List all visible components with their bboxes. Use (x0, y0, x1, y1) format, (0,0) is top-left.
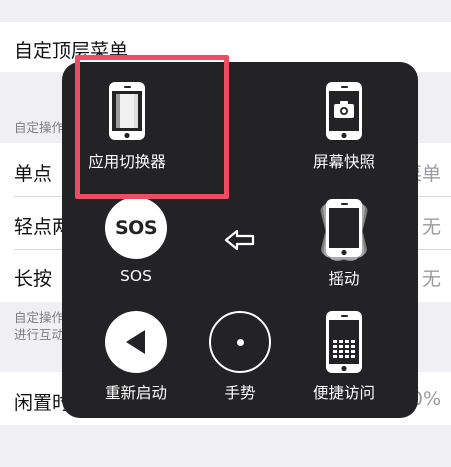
menu-item-restart[interactable]: 重新启动 (81, 307, 191, 403)
long-press-value: 无 (421, 268, 441, 290)
menu-item-label: 屏幕快照 (312, 153, 375, 171)
menu-item-label: 重新启动 (104, 384, 167, 402)
actions-footer-line2: 进行互动 (14, 327, 65, 342)
menu-back-button[interactable] (185, 205, 295, 275)
menu-item-shake[interactable]: 摇动 (289, 193, 399, 289)
screenshot-icon (326, 82, 362, 140)
double-tap-value: 无 (421, 216, 441, 238)
menu-item-screenshot[interactable]: 屏幕快照 (289, 76, 399, 172)
menu-item-sos[interactable]: SOS SOS (81, 193, 191, 285)
sos-icon: SOS (105, 197, 167, 259)
menu-item-label: 手势 (224, 384, 256, 402)
actions-section-header: 自定操作 (14, 120, 65, 135)
sos-badge-text: SOS (114, 217, 158, 239)
menu-item-reachability[interactable]: 便捷访问 (289, 307, 399, 403)
menu-item-label: SOS (120, 267, 152, 285)
long-press-label: 长按 (14, 268, 53, 290)
menu-item-label: 摇动 (328, 270, 360, 288)
restart-icon (105, 311, 167, 373)
gestures-icon (209, 311, 271, 373)
back-arrow-icon (224, 229, 255, 251)
single-tap-label: 单点 (14, 163, 53, 185)
shake-icon (320, 198, 368, 261)
menu-item-gestures[interactable]: 手势 (185, 307, 295, 403)
reachability-icon (326, 311, 362, 373)
highlight-frame (75, 55, 229, 199)
menu-item-label: 便捷访问 (312, 384, 375, 402)
actions-footer-line1: 自定操作 (14, 310, 65, 325)
